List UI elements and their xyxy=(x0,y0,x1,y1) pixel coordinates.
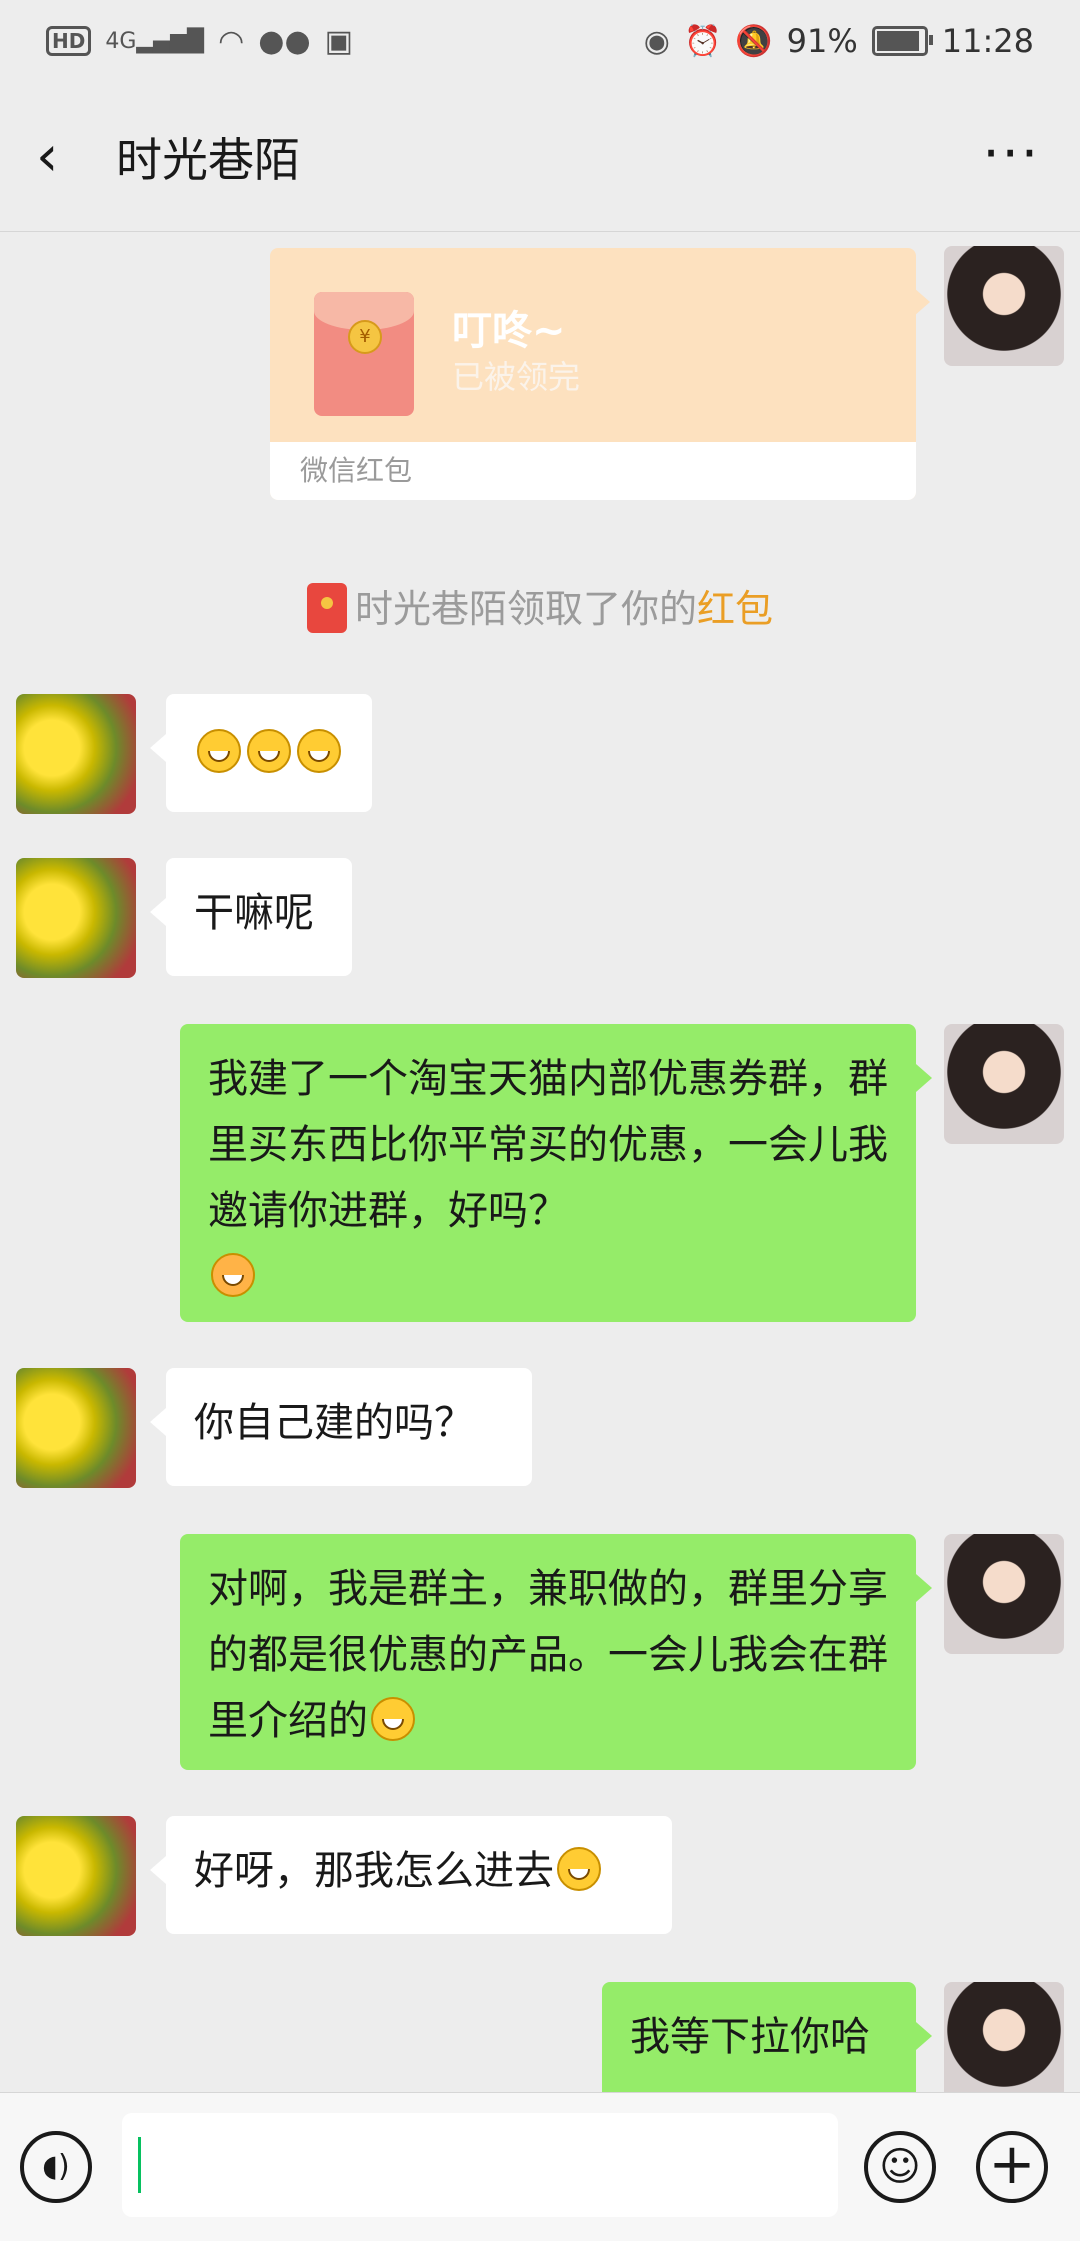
grin-emoji-icon xyxy=(371,1697,415,1741)
system-message: 时光巷陌领取了你的红包 xyxy=(0,578,1080,637)
voice-input-icon[interactable]: ◖) xyxy=(20,2131,92,2203)
battery-icon xyxy=(871,26,933,56)
red-packet-footer: 微信红包 xyxy=(270,442,916,500)
message-bubble-4[interactable]: 你自己建的吗？ xyxy=(150,1368,532,1486)
grin-emoji-icon xyxy=(197,729,241,773)
my-avatar[interactable] xyxy=(944,1982,1064,2102)
my-avatar[interactable] xyxy=(944,1534,1064,1654)
system-message-text: 时光巷陌领取了你的 xyxy=(354,587,697,631)
emoji-picker-icon[interactable]: ☺ xyxy=(864,2131,936,2203)
contact-avatar[interactable] xyxy=(16,858,136,978)
chat-title: 时光巷陌 xyxy=(116,132,300,187)
alarm-icon: ⏰ xyxy=(683,23,722,59)
wifi-icon: ◠ xyxy=(218,23,245,59)
more-actions-icon[interactable]: + xyxy=(976,2131,1048,2203)
input-bar: ◖) ☺ + xyxy=(0,2092,1080,2241)
message-bubble-3[interactable]: 我建了一个淘宝天猫内部优惠券群，群里买东西比你平常买的优惠，一会儿我邀请你进群，… xyxy=(180,1024,932,1322)
message-text: 你自己建的吗？ xyxy=(194,1400,474,1446)
contact-avatar[interactable] xyxy=(16,694,136,814)
message-bubble-6[interactable]: 好呀，那我怎么进去 xyxy=(150,1816,672,1934)
clock: 11:28 xyxy=(941,22,1034,60)
battery-percent: 91% xyxy=(786,22,858,60)
message-text: 我建了一个淘宝天猫内部优惠券群，群里买东西比你平常买的优惠，一会儿我邀请你进群，… xyxy=(208,1056,888,1234)
hd-badge: HD xyxy=(46,26,92,56)
red-packet-status: 已被领完 xyxy=(452,358,581,396)
my-avatar[interactable] xyxy=(944,246,1064,366)
message-text: 干嘛呢 xyxy=(194,890,314,936)
message-bubble-5[interactable]: 对啊，我是群主，兼职做的，群里分享的都是很优惠的产品。一会儿我会在群里介绍的 xyxy=(180,1534,932,1770)
red-packet-title: 叮咚~ xyxy=(452,308,566,354)
status-bar: HD 4G▂▄▆█ ◠ ●● ▣ ◉ ⏰ 🔕 91% 11:28 xyxy=(0,0,1080,82)
back-icon[interactable]: ‹ xyxy=(36,124,96,189)
red-packet-tail xyxy=(914,288,930,316)
red-packet-card[interactable]: ¥ 叮咚~ 已被领完 微信红包 xyxy=(270,248,916,500)
more-options-icon[interactable]: ··· xyxy=(983,122,1041,185)
chat-header: ‹ 时光巷陌 ··· xyxy=(0,82,1080,232)
message-bubble-2[interactable]: 干嘛呢 xyxy=(150,858,352,976)
message-input[interactable] xyxy=(122,2113,838,2217)
smitten-emoji-icon xyxy=(211,1253,255,1297)
grin-emoji-icon xyxy=(297,729,341,773)
signal-icon: 4G▂▄▆█ xyxy=(105,28,205,54)
message-text: 我等下拉你哈 xyxy=(630,2014,870,2060)
grin-emoji-icon xyxy=(247,729,291,773)
message-bubble-1[interactable] xyxy=(150,694,372,812)
red-packet-icon: ¥ xyxy=(314,292,414,416)
message-text: 好呀，那我怎么进去 xyxy=(194,1848,554,1894)
contact-avatar[interactable] xyxy=(16,1816,136,1936)
text-caret xyxy=(138,2137,141,2193)
red-packet-link[interactable]: 红包 xyxy=(697,587,773,631)
message-text: 对啊，我是群主，兼职做的，群里分享的都是很优惠的产品。一会儿我会在群里介绍的 xyxy=(208,1566,888,1744)
my-avatar[interactable] xyxy=(944,1024,1064,1144)
wechat-icon: ●● xyxy=(258,23,311,59)
app-icon: ▣ xyxy=(324,23,353,59)
dizzy-emoji-icon xyxy=(557,1847,601,1891)
contact-avatar[interactable] xyxy=(16,1368,136,1488)
red-packet-small-icon xyxy=(306,582,347,633)
eye-icon: ◉ xyxy=(643,23,670,59)
mute-icon: 🔕 xyxy=(735,23,773,59)
message-bubble-7[interactable]: 我等下拉你哈 xyxy=(602,1982,932,2100)
